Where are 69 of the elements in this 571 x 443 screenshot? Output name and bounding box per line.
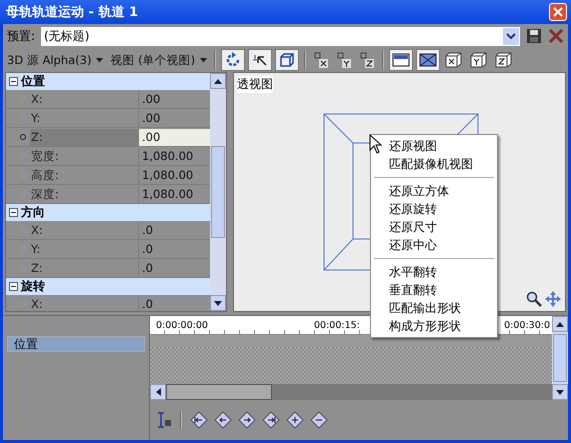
view-dropdown[interactable]: 视图 (单个视图) bbox=[108, 52, 210, 68]
rotate-icon[interactable] bbox=[221, 49, 246, 71]
lock-z-icon[interactable] bbox=[358, 51, 376, 69]
property-label: X: bbox=[30, 222, 44, 238]
menu-item[interactable]: 匹配输出形状 bbox=[371, 299, 497, 317]
scroll-up-icon[interactable] bbox=[556, 322, 564, 326]
collapse-icon[interactable] bbox=[9, 282, 18, 291]
window-icon[interactable] bbox=[389, 49, 414, 71]
property-label: Z: bbox=[30, 128, 138, 146]
property-value[interactable]: .00 bbox=[138, 128, 210, 146]
scroll-down-icon[interactable] bbox=[214, 300, 222, 306]
property-label: 深度: bbox=[30, 186, 60, 202]
time-label: 0:00:30:0 bbox=[504, 320, 550, 330]
menu-item[interactable]: 还原中心 bbox=[371, 236, 497, 254]
delete-icon[interactable] bbox=[548, 28, 564, 44]
property-label: X: bbox=[30, 90, 44, 108]
collapse-icon[interactable] bbox=[9, 208, 18, 217]
property-label: Y: bbox=[30, 240, 42, 258]
property-label: Y: bbox=[30, 110, 42, 126]
time-label: 0:00:00:00 bbox=[156, 320, 208, 330]
scroll-left-icon[interactable] bbox=[156, 388, 160, 396]
last-keyframe-icon[interactable] bbox=[262, 411, 280, 429]
scrollbar[interactable] bbox=[210, 73, 226, 311]
cube-icon[interactable] bbox=[275, 49, 300, 71]
scroll-down-icon[interactable] bbox=[556, 390, 564, 394]
caret-icon[interactable] bbox=[96, 58, 104, 62]
cursor-icon[interactable] bbox=[248, 49, 272, 71]
property-group-header[interactable]: 方向 bbox=[6, 204, 210, 221]
close-button[interactable] bbox=[549, 3, 567, 21]
cube-y-icon[interactable] bbox=[469, 51, 490, 69]
next-keyframe-icon[interactable] bbox=[238, 411, 256, 429]
lock-x-icon[interactable] bbox=[312, 51, 330, 69]
cube-x-icon[interactable] bbox=[444, 51, 464, 69]
cube-z-icon[interactable] bbox=[494, 51, 514, 69]
property-label: X: bbox=[30, 296, 44, 311]
remove-keyframe-icon[interactable] bbox=[310, 411, 328, 429]
caret-icon[interactable] bbox=[200, 58, 208, 62]
preset-label: 预置: bbox=[7, 28, 36, 44]
close-icon[interactable] bbox=[553, 7, 563, 17]
property-label: 宽度: bbox=[30, 148, 60, 164]
menu-item[interactable]: 还原立方体 bbox=[371, 182, 497, 200]
scrollbar[interactable] bbox=[552, 316, 568, 400]
menu-item[interactable]: 水平翻转 bbox=[371, 263, 497, 281]
menu-item[interactable]: 匹配摄像机视图 bbox=[371, 155, 497, 173]
menu-item[interactable]: 还原尺寸 bbox=[371, 218, 497, 236]
scroll-up-icon[interactable] bbox=[214, 78, 222, 84]
lock-y-icon[interactable] bbox=[335, 51, 354, 69]
property-label: 高度: bbox=[30, 166, 60, 184]
lock-cursor-icon[interactable] bbox=[156, 411, 172, 429]
frame-icon[interactable] bbox=[416, 49, 440, 71]
source-dropdown[interactable]: 3D 源 Alpha(3) bbox=[5, 52, 106, 68]
previous-keyframe-icon[interactable] bbox=[214, 411, 232, 429]
horizontal-scrollbar[interactable] bbox=[150, 384, 552, 400]
window-title: 母轨轨道运动 - 轨道 1 bbox=[6, 4, 138, 21]
property-label: Z: bbox=[30, 260, 44, 276]
track-label[interactable]: 位置 bbox=[7, 336, 145, 352]
menu-item[interactable]: 还原旋转 bbox=[371, 200, 497, 218]
save-icon[interactable] bbox=[526, 28, 542, 44]
property-group-header[interactable]: 位置 bbox=[6, 73, 210, 90]
zoom-icon[interactable] bbox=[526, 291, 542, 307]
time-label: 00:00:15: bbox=[314, 320, 360, 330]
preset-dropdown[interactable]: (无标题) bbox=[41, 26, 520, 46]
view-label: 透视图 bbox=[237, 76, 273, 93]
menu-item[interactable]: 构成方形形状 bbox=[371, 317, 497, 335]
property-group-header[interactable]: 旋转 bbox=[6, 278, 210, 295]
collapse-icon[interactable] bbox=[9, 77, 18, 86]
add-keyframe-icon[interactable] bbox=[286, 411, 304, 429]
first-keyframe-icon[interactable] bbox=[190, 411, 208, 429]
menu-item[interactable]: 垂直翻转 bbox=[371, 281, 497, 299]
